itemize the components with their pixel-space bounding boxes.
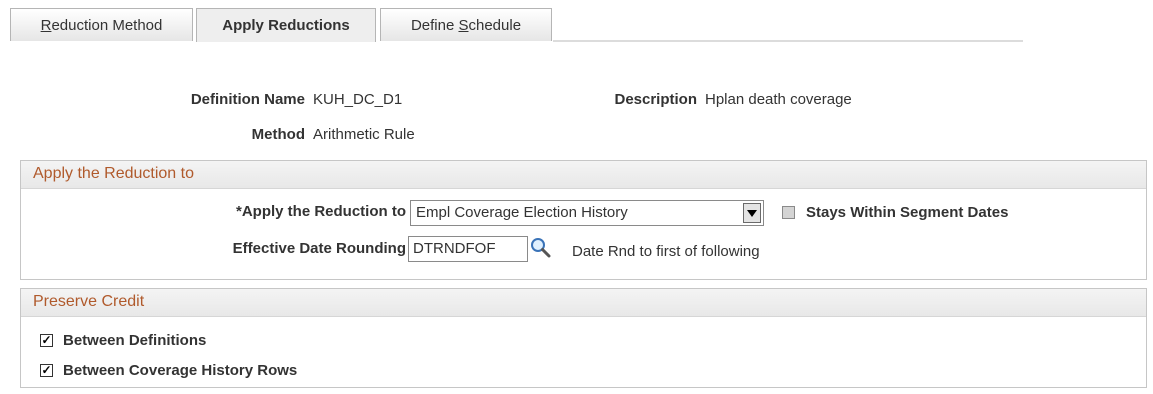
between-coverage-history-checkbox[interactable]: ✓ — [40, 364, 53, 377]
apply-reduction-select[interactable]: Empl Coverage Election History — [410, 200, 764, 226]
description-value: Hplan death coverage — [705, 91, 852, 108]
stays-within-segment-checkbox[interactable] — [782, 206, 795, 219]
tab-reduction-method[interactable]: Reduction Method — [10, 8, 193, 41]
effective-date-rounding-label: Effective Date Rounding — [232, 240, 406, 257]
dropdown-arrow-icon[interactable] — [743, 203, 761, 223]
definition-name-value: KUH_DC_D1 — [313, 91, 403, 108]
tab-label: Define Schedule — [410, 16, 522, 34]
between-definitions-checkbox[interactable]: ✓ — [40, 334, 53, 347]
section-title: Apply the Reduction to — [33, 165, 194, 182]
between-definitions-label: Between Definitions — [63, 332, 207, 349]
effective-date-rounding-description: Date Rnd to first of following — [572, 243, 760, 260]
method-value: Arithmetic Rule — [313, 126, 415, 143]
section-header: Apply the Reduction to — [21, 161, 1146, 189]
tab-underline — [553, 40, 1023, 42]
tab-define-schedule[interactable]: Define Schedule — [380, 8, 552, 41]
between-coverage-history-label: Between Coverage History Rows — [63, 362, 298, 379]
method-label: Method — [251, 126, 305, 143]
apply-reduction-label: *Apply the Reduction to — [236, 203, 406, 220]
stays-within-segment-label: Stays Within Segment Dates — [806, 204, 1009, 221]
apply-reduction-selected-value: Empl Coverage Election History — [416, 204, 628, 221]
definition-name-label: Definition Name — [190, 91, 305, 108]
tab-label: Reduction Method — [40, 16, 163, 34]
tab-label: Apply Reductions — [222, 17, 350, 34]
section-title: Preserve Credit — [33, 293, 145, 310]
effective-date-rounding-input[interactable]: DTRNDFOF — [408, 236, 528, 262]
magnifier-icon[interactable] — [530, 237, 552, 259]
tab-apply-reductions[interactable]: Apply Reductions — [196, 8, 376, 42]
section-header: Preserve Credit — [21, 289, 1146, 317]
description-label: Description — [614, 91, 697, 108]
